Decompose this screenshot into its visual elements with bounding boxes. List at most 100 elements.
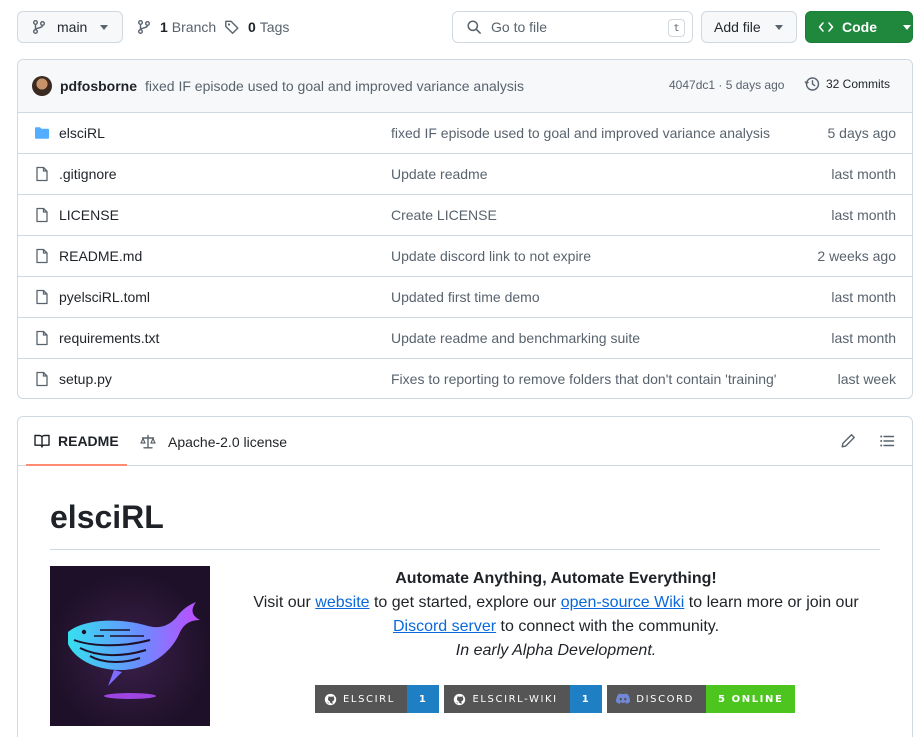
- file-commit-date[interactable]: last month: [831, 166, 896, 182]
- website-link[interactable]: website: [315, 594, 369, 611]
- file-commit-message[interactable]: Update discord link to not expire: [391, 248, 777, 264]
- alpha-notice: In early Alpha Development.: [455, 642, 657, 659]
- commit-message[interactable]: fixed IF episode used to goal and improv…: [145, 78, 524, 94]
- branches-count: 1: [160, 19, 168, 35]
- branches-link[interactable]: 1 Branch: [136, 11, 216, 43]
- discord-link[interactable]: Discord server: [393, 618, 496, 635]
- file-icon: [36, 371, 48, 387]
- latest-commit-bar: pdfosborne fixed IF episode used to goal…: [18, 60, 912, 113]
- readme-title: elsciRL: [50, 499, 164, 535]
- branch-name: main: [57, 19, 88, 35]
- file-name[interactable]: elsciRL: [59, 125, 105, 141]
- badge-value: 5 ONLINE: [705, 685, 796, 713]
- readme-tagline: Automate Anything, Automate Everything!: [395, 570, 717, 587]
- tab-readme-label: README: [58, 432, 119, 449]
- file-row: pyelsciRL.toml Updated first time demo l…: [18, 277, 912, 318]
- code-button[interactable]: Code: [805, 11, 913, 43]
- search-icon: [467, 20, 481, 34]
- file-commit-date[interactable]: last week: [838, 371, 896, 387]
- search-placeholder: Go to file: [491, 19, 548, 35]
- badge-value: 1: [569, 685, 603, 713]
- chevron-down-icon: [774, 24, 783, 30]
- file-name[interactable]: README.md: [59, 248, 142, 264]
- title-divider: [50, 549, 880, 550]
- intro-text: Visit our: [253, 594, 316, 611]
- add-file-button[interactable]: Add file: [701, 11, 797, 43]
- tab-license[interactable]: Apache-2.0 license: [140, 417, 287, 466]
- code-label: Code: [842, 19, 877, 35]
- file-commit-message[interactable]: Updated first time demo: [391, 289, 777, 305]
- readme-tabs: README Apache-2.0 license: [18, 417, 912, 466]
- tab-readme[interactable]: README: [26, 417, 127, 466]
- wiki-link[interactable]: open-source Wiki: [561, 594, 685, 611]
- file-row: .gitignore Update readme last month: [18, 154, 912, 195]
- tags-count: 0: [248, 19, 256, 35]
- badge-elscirl[interactable]: ELSCIRL 1: [315, 685, 440, 713]
- file-commit-message[interactable]: Create LICENSE: [391, 207, 777, 223]
- tag-icon: [225, 20, 239, 34]
- file-row: elsciRL fixed IF episode used to goal an…: [18, 113, 912, 154]
- branches-label: Branch: [171, 19, 217, 35]
- badge-label: DISCORD: [636, 693, 694, 705]
- file-commit-message[interactable]: Update readme and benchmarking suite: [391, 330, 777, 346]
- badge-row: ELSCIRL 1 ELSCIRL-WIKI 1 DISCORD 5 ONLIN…: [315, 685, 800, 713]
- github-icon: [454, 693, 466, 705]
- chevron-down-icon: [903, 24, 911, 30]
- discord-icon: [616, 693, 631, 704]
- readme-panel: README Apache-2.0 license elsciRL Automa…: [17, 416, 913, 737]
- tab-license-label: Apache-2.0 license: [168, 433, 288, 450]
- chevron-down-icon: [100, 24, 109, 30]
- add-file-label: Add file: [714, 19, 761, 35]
- commits-history-link[interactable]: 32 Commits: [804, 76, 890, 92]
- code-icon: [818, 22, 834, 32]
- go-to-file-search[interactable]: Go to file t: [452, 11, 693, 43]
- file-commit-message[interactable]: Fixes to reporting to remove folders tha…: [391, 371, 777, 387]
- file-commit-date[interactable]: 2 weeks ago: [817, 248, 896, 264]
- badge-discord[interactable]: DISCORD 5 ONLINE: [607, 685, 796, 713]
- readme-intro: Automate Anything, Automate Everything! …: [228, 567, 884, 663]
- search-shortcut-key: t: [668, 19, 685, 37]
- tags-link[interactable]: 0 Tags: [224, 11, 289, 43]
- file-name[interactable]: setup.py: [59, 371, 112, 387]
- file-name[interactable]: LICENSE: [59, 207, 119, 223]
- file-row: setup.py Fixes to reporting to remove fo…: [18, 359, 912, 398]
- github-icon: [324, 693, 337, 705]
- file-name[interactable]: pyelsciRL.toml: [59, 289, 150, 305]
- branch-selector-button[interactable]: main: [17, 11, 123, 43]
- intro-text: to learn more or join our: [684, 594, 859, 611]
- law-scale-icon: [140, 434, 156, 448]
- file-icon: [36, 330, 48, 346]
- git-branch-icon: [33, 20, 45, 34]
- file-commit-message[interactable]: Update readme: [391, 166, 777, 182]
- file-commit-date[interactable]: last month: [831, 289, 896, 305]
- intro-text: to connect with the community.: [496, 618, 720, 635]
- file-commit-date[interactable]: last month: [831, 330, 896, 346]
- file-row: LICENSE Create LICENSE last month: [18, 195, 912, 236]
- commit-author[interactable]: pdfosborne: [60, 78, 137, 94]
- commit-hash-time[interactable]: 4047dc1 · 5 days ago: [669, 78, 784, 92]
- history-icon: [804, 77, 820, 91]
- pencil-edit-icon[interactable]: [840, 433, 856, 449]
- file-name[interactable]: .gitignore: [59, 166, 117, 182]
- author-avatar[interactable]: [32, 76, 52, 96]
- badge-elscirl-wiki[interactable]: ELSCIRL-WIKI 1: [444, 685, 603, 713]
- file-name[interactable]: requirements.txt: [59, 330, 159, 346]
- file-icon: [36, 289, 48, 305]
- book-icon: [34, 434, 50, 448]
- elscirl-whale-logo: [50, 566, 210, 726]
- file-commit-date[interactable]: 5 days ago: [828, 125, 897, 141]
- file-icon: [36, 166, 48, 182]
- file-commit-message[interactable]: fixed IF episode used to goal and improv…: [391, 125, 777, 141]
- file-commit-date[interactable]: last month: [831, 207, 896, 223]
- file-row: requirements.txt Update readme and bench…: [18, 318, 912, 359]
- tags-label: Tags: [259, 19, 290, 35]
- intro-text: to get started, explore our: [369, 594, 561, 611]
- outline-list-icon[interactable]: [879, 433, 895, 449]
- badge-label: ELSCIRL-WIKI: [472, 693, 558, 705]
- badge-value: 1: [406, 685, 440, 713]
- commits-count-label: 32 Commits: [826, 77, 891, 91]
- badge-label: ELSCIRL: [343, 693, 395, 705]
- file-icon: [36, 248, 48, 264]
- folder-icon: [35, 127, 49, 139]
- git-branch-icon: [138, 20, 150, 34]
